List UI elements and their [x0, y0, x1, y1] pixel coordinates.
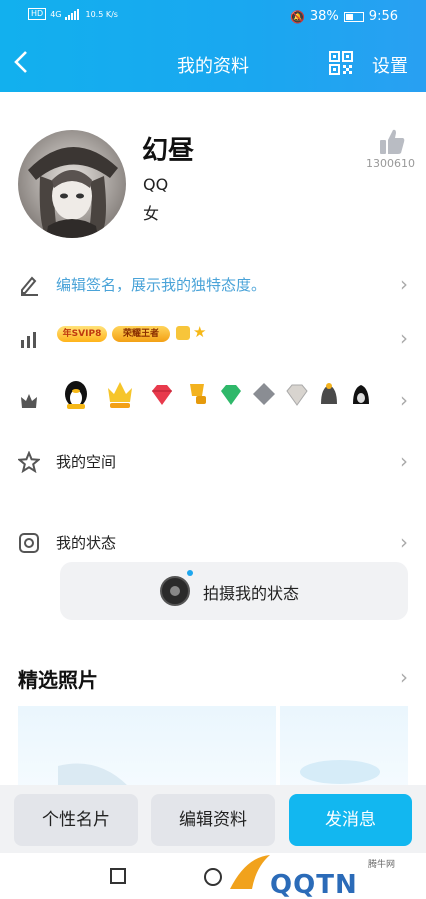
send-message-button[interactable]: 发消息 — [289, 794, 412, 846]
status-camera-icon — [18, 532, 40, 554]
star-icon — [16, 450, 42, 474]
crown-badge-icon — [176, 326, 190, 340]
white-diamond-icon — [285, 384, 311, 416]
green-diamond-icon — [219, 384, 245, 416]
mute-icon: 🔕 — [289, 9, 305, 24]
king-badge: 荣耀王者 — [112, 326, 170, 342]
new-dot — [187, 570, 193, 576]
network-type: 4G — [50, 9, 62, 19]
home-icon[interactable] — [204, 868, 222, 886]
signature-text: 编辑签名，展示我的独特态度。 — [56, 276, 267, 294]
watermark-brand: QQTN — [270, 870, 358, 899]
silver-diamond-icon — [252, 382, 278, 414]
page-title: 我的资料 — [177, 56, 249, 77]
gender: 女 — [143, 204, 160, 223]
settings-button[interactable]: 设置 — [372, 52, 408, 78]
status-right: 🔕 38% 9:56 — [290, 9, 398, 24]
chevron-right-icon[interactable]: › — [400, 665, 408, 689]
qr-code-icon[interactable] — [329, 51, 353, 75]
my-space-row[interactable]: 我的空间 › — [0, 441, 426, 481]
level-chart-icon — [18, 328, 40, 350]
chevron-right-icon: › — [400, 388, 408, 412]
avatar[interactable] — [18, 130, 126, 238]
like-count: 1300610 — [366, 157, 415, 170]
profile-name: 幻昼 — [142, 136, 195, 166]
my-space-label: 我的空间 — [56, 453, 117, 471]
crown-icon — [18, 390, 40, 412]
status-bar: HD 4G 10.5 K/s 🔕 38% 9:56 — [0, 0, 426, 32]
camera-icon — [160, 576, 190, 606]
clock: 9:56 — [368, 9, 398, 24]
shoot-status-label: 拍摄我的状态 — [203, 584, 300, 603]
edit-profile-button[interactable]: 编辑资料 — [151, 794, 275, 846]
featured-photo[interactable] — [18, 706, 276, 790]
svip-badge: 年SVIP8 — [57, 326, 107, 342]
signal-icon — [65, 8, 80, 20]
shoot-status-button[interactable]: 拍摄我的状态 — [60, 562, 408, 620]
recent-apps-icon[interactable] — [110, 868, 126, 884]
chevron-right-icon: › — [400, 326, 408, 350]
level-row[interactable]: › — [0, 378, 426, 422]
status-left: HD 4G 10.5 K/s — [28, 8, 118, 20]
gold-gem-icon — [186, 382, 212, 414]
star-badge-icon: ★ — [193, 323, 207, 341]
profile-card-button[interactable]: 个性名片 — [14, 794, 138, 846]
chevron-right-icon: › — [400, 449, 408, 473]
crown-level-icon — [106, 378, 132, 410]
chevron-right-icon: › — [400, 530, 408, 554]
penguin-level-icon — [63, 378, 89, 410]
battery-icon — [343, 11, 364, 22]
vip-row[interactable]: 年SVIP8 荣耀王者 ★ › — [0, 318, 426, 358]
watermark-site: 腾牛网 — [368, 860, 396, 870]
battery-percent: 38% — [309, 9, 339, 24]
featured-photo[interactable] — [280, 706, 408, 790]
chevron-right-icon: › — [400, 272, 408, 296]
signature-row[interactable]: 编辑签名，展示我的独特态度。 › — [0, 264, 426, 304]
black-penguin-icon — [350, 382, 376, 414]
my-status-label: 我的状态 — [56, 534, 117, 552]
my-status-row[interactable]: 我的状态 › — [0, 522, 426, 562]
qq-label: QQ — [143, 175, 169, 194]
featured-photos-title: 精选照片 — [18, 668, 98, 692]
pencil-icon — [18, 274, 40, 296]
dark-penguin-icon — [318, 382, 344, 414]
app-header: HD 4G 10.5 K/s 🔕 38% 9:56 我的资料 设置 — [0, 0, 426, 92]
sim-indicator: HD — [28, 8, 47, 20]
network-speed: 10.5 K/s — [85, 9, 118, 19]
red-diamond-icon — [150, 384, 176, 416]
thumbs-up-icon[interactable] — [378, 128, 406, 156]
